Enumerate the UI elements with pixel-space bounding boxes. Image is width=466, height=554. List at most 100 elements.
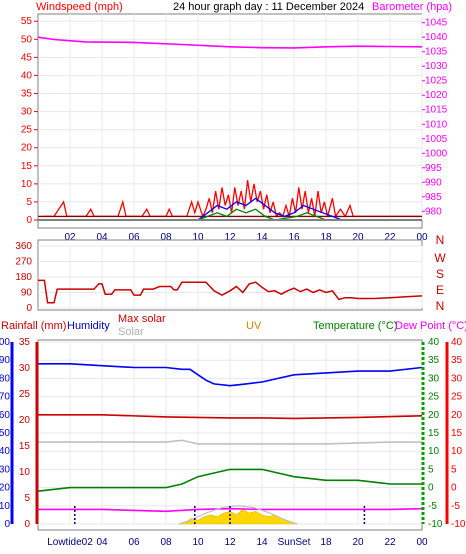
compass-label: W [434,251,446,265]
top-x-tick-label: 14 [256,232,268,243]
rainfall-tick-label: 15 [19,441,31,452]
barometer-tick-label: 1005 [425,134,448,145]
rainfall-tick-label: 35 [19,337,31,348]
top-x-tick-label: 20 [352,232,364,243]
humidity-tick-label: 30 [0,464,10,475]
legend-rainfall: Rainfall (mm) [1,320,66,332]
bottom-x-tick-label: 06 [128,537,140,548]
legend-dew-point: Dew Point (°C) [395,320,466,332]
temperature-tick-label: 5 [428,464,434,475]
direction-right-axis-ticks: NWSEN [434,233,446,313]
top-x-tick-label: 22 [384,232,396,243]
bottom-x-axis-ticks: Lowtide02 04 06 08 10 12 14 SunSet 18 20 22 00 [47,537,428,548]
dewpoint-tick-label: 15 [451,428,463,439]
solar-fill [178,509,298,525]
windspeed-tick-label: 15 [21,161,33,172]
rainfall-tick-label: 10 [19,467,31,478]
humidity-tick-label: 20 [0,483,10,494]
barometer-axis-label: Barometer (hpa) [372,1,452,13]
bottom-x-tick-label: 08 [160,537,172,548]
bottom-x-tick-label: SunSet [278,537,311,548]
humidity-tick-label: 90 [0,355,10,366]
dewpoint-tick-label: 5 [451,464,457,475]
barometer-tick-label: 985 [425,192,442,203]
humidity-tick-label: 100 [0,337,10,348]
humidity-tick-label: 60 [0,410,10,421]
bottom-x-tick-label: 18 [320,537,332,548]
top-x-tick-label: 10 [192,232,204,243]
windspeed-tick-label: 30 [21,107,33,118]
barometer-tick-label: 1030 [425,61,448,72]
dewpoint-tick-label: 0 [451,483,457,494]
windspeed-tick-label: 45 [21,52,33,63]
barometer-tick-label: 1000 [425,148,448,159]
barometer-tick-label: 1025 [425,76,448,87]
legend-uv: UV [246,320,262,332]
temperature-tick-label: 40 [428,337,440,348]
top-x-tick-label: 02 [64,232,76,243]
barometer-tick-label: 1035 [425,47,448,58]
windspeed-tick-label: 0 [26,215,32,226]
dewpoint-tick-label: 20 [451,410,463,421]
windspeed-tick-label: 25 [21,125,33,136]
humidity-tick-label: 0 [4,519,10,530]
barometer-tick-label: 1040 [425,32,448,43]
dewpoint-tick-label: -10 [451,519,466,530]
weather-chart-svg: 5550454035302520151050 10451040103510301… [0,1,466,548]
bottom-x-tick-label: 14 [256,537,268,548]
top-right-axis-ticks: 1045 1040 1035 1030 1025 1020 1015 1010 1005 1000… [422,18,448,217]
solar-area [178,509,298,525]
dewpoint-tick-label: 30 [451,373,463,384]
humidity-tick-label: 80 [0,373,10,384]
bottom-x-tick-label: 04 [96,537,108,548]
top-panel-grid [38,14,423,221]
weather-graph: 55 50 45 40 35 30 25 20 15 10 5 0 1045 1040 1035 1030 1… [0,0,466,554]
barometer-tick-label: 980 [425,206,442,217]
humidity-tick-label: 40 [0,446,10,457]
windspeed-tick-label: 5 [26,197,32,208]
humidity-tick-label: 10 [0,501,10,512]
windspeed-tick-label: 55 [21,16,33,27]
direction-tick-label: 270 [15,257,32,268]
humidity-tick-label: 70 [0,392,10,403]
windspeed-tick-label: 35 [21,89,33,100]
top-x-tick-label: 08 [160,232,172,243]
compass-label: N [436,233,445,247]
temperature-tick-label: 30 [428,373,440,384]
windspeed-tick-label: 40 [21,70,33,81]
temperature-tick-label: -5 [428,501,437,512]
direction-tick-label: 180 [15,272,32,283]
temperature-tick-label: 10 [428,446,440,457]
rainfall-tick-label: 0 [24,519,30,530]
top-x-tick-label: 16 [288,232,300,243]
dewpoint-tick-label: 25 [451,392,463,403]
legend-temperature: Temperature (°C) [313,320,397,332]
humidity-tick-label: 50 [0,428,10,439]
chart-title: 24 hour graph day : 11 December 2024 [173,1,364,13]
direction-tick-label: 90 [21,288,33,299]
barometer-tick-label: 990 [425,177,442,188]
rainfall-tick-label: 25 [19,389,31,400]
compass-label: E [436,283,444,297]
top-x-tick-label: 06 [128,232,140,243]
barometer-tick-label: 1010 [425,119,448,130]
top-x-tick-label: 18 [320,232,332,243]
bottom-x-tick-label: 00 [416,537,428,548]
windspeed-axis-label: Windspeed (mph) [36,1,123,13]
bottom-panel-grid [38,341,423,525]
legend-max-solar: Max solar [118,313,166,325]
bottom-x-tick-label: 22 [384,537,396,548]
bottom-x-tick-label: 20 [352,537,364,548]
windspeed-tick-label: 10 [21,179,33,190]
dewpoint-tick-label: -5 [451,501,460,512]
top-x-tick-label: 12 [224,232,236,243]
direction-left-axis-ticks: 360 270 180 90 0 [15,241,32,314]
bottom-x-tick-label: 12 [224,537,236,548]
top-x-tick-label: 04 [96,232,108,243]
direction-tick-label: 360 [15,241,32,252]
temperature-tick-label: -10 [428,519,443,530]
dewpoint-tick-label: 35 [451,355,463,366]
temperature-tick-label: 25 [428,392,440,403]
compass-label: N [436,299,445,313]
dewpoint-tick-label: 40 [451,337,463,348]
